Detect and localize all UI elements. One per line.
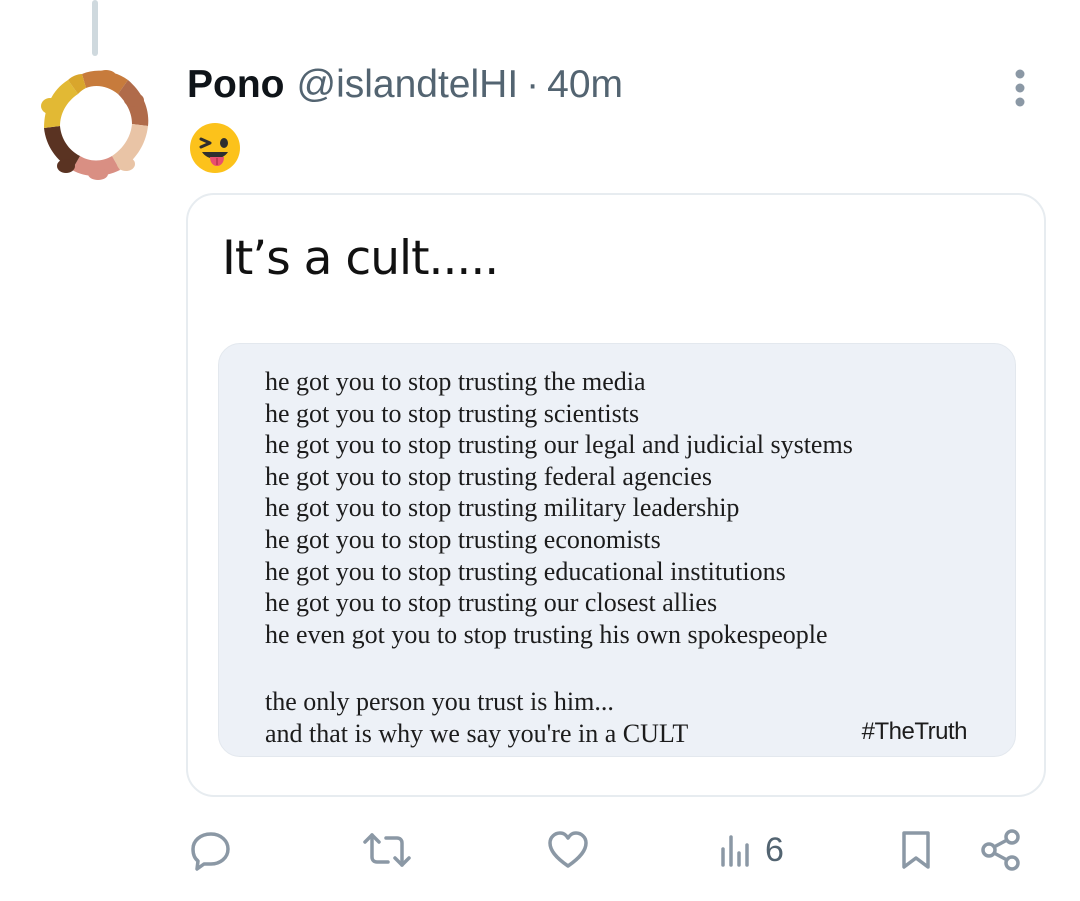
closing-lines: the only person you trust is him... and … — [265, 686, 688, 749]
tweet-text-emoji — [188, 121, 242, 175]
heart-icon — [548, 831, 588, 868]
image-card[interactable]: It’s a cult..... he got you to stop trus… — [186, 193, 1046, 797]
tweet-header: Pono @islandtelHI · 40m — [187, 60, 623, 110]
bookmark-icon — [902, 831, 930, 869]
share-button[interactable] — [978, 825, 1024, 875]
quote-line: he got you to stop trusting our legal an… — [265, 430, 853, 460]
avatar[interactable] — [36, 66, 154, 184]
retweet-button[interactable] — [362, 825, 412, 875]
share-icon — [981, 829, 1020, 871]
views-button[interactable]: 6 — [719, 825, 784, 875]
avatar-hands-circle-icon — [41, 70, 149, 180]
card-title: It’s a cult..... — [222, 231, 499, 286]
quote-line: he got you to stop trusting military lea… — [265, 493, 740, 523]
thread-connector-line — [92, 0, 98, 56]
like-button[interactable] — [545, 825, 591, 875]
quote-box: he got you to stop trusting the media he… — [218, 343, 1016, 757]
views-count: 6 — [765, 830, 784, 869]
quote-line: he got you to stop trusting our closest … — [265, 588, 718, 618]
quote-line: he got you to stop trusting the media — [265, 367, 646, 396]
bookmark-button[interactable] — [896, 825, 936, 875]
separator-dot: · — [526, 63, 540, 106]
quote-line: he even got you to stop trusting his own… — [265, 619, 828, 649]
tweet-actions-bar: 6 — [0, 825, 1080, 875]
retweet-icon — [363, 833, 411, 867]
quote-line: he got you to stop trusting federal agen… — [265, 461, 712, 491]
reply-button[interactable] — [188, 825, 234, 875]
user-handle[interactable]: @islandtelHI — [296, 60, 518, 110]
hashtag-label: #TheTruth — [861, 718, 968, 745]
quote-line: he got you to stop trusting economists — [265, 524, 661, 554]
quote-line: he got you to stop trusting scientists — [265, 398, 640, 428]
quote-lines: he got you to stop trusting the media he… — [265, 366, 853, 650]
timestamp[interactable]: 40m — [547, 60, 623, 110]
quote-line: he got you to stop trusting educational … — [265, 556, 786, 586]
more-options-button[interactable] — [1005, 66, 1035, 110]
views-icon — [721, 835, 749, 867]
closing-line: the only person you trust is him... — [265, 687, 614, 716]
more-vertical-icon — [1015, 69, 1025, 107]
winking-face-tongue-icon — [190, 123, 240, 173]
closing-line: and that is why we say you're in a CULT — [265, 718, 689, 748]
display-name[interactable]: Pono — [187, 60, 284, 110]
reply-icon — [191, 832, 230, 871]
